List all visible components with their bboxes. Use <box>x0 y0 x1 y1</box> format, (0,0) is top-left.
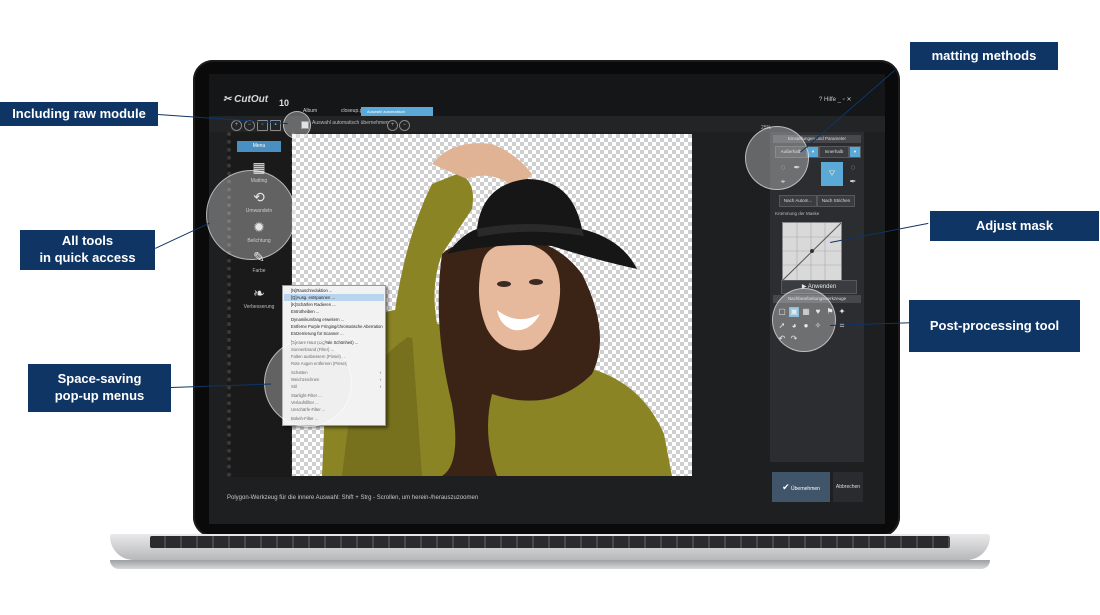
menu-item[interactable]: Entrotheiben ... <box>291 308 383 315</box>
menu-item[interactable]: Entferne Purple Fringing/chromatische Ab… <box>291 323 383 330</box>
status-bar: Polygon-Werkzeug für die innere Auswahl:… <box>227 495 479 501</box>
laptop-foot <box>110 560 990 569</box>
by-stroke-button[interactable]: Nach Strichen <box>817 195 855 207</box>
cancel-button[interactable]: Abbrechen <box>833 472 863 502</box>
frame-icon[interactable]: ⌗ <box>837 321 847 331</box>
lasso-inside-icon[interactable]: ◌ <box>847 162 859 174</box>
auto-select-label: Auswahl automatisch übernehmen <box>312 120 389 126</box>
menu-item-highlighted[interactable]: [Q]Ausg. entspannen ... <box>284 294 384 301</box>
magnifier-matting <box>745 126 809 190</box>
app-logo: ✂ CutOut <box>223 94 269 105</box>
tool-improve[interactable]: ❧ Verbesserung <box>237 284 281 310</box>
mask-curve[interactable] <box>782 222 842 281</box>
menu-button[interactable]: Menu <box>237 141 281 152</box>
app-version: 10 <box>279 98 290 108</box>
zoom-in-icon[interactable]: + <box>231 120 242 131</box>
magnifier-post <box>772 288 836 352</box>
menu-item[interactable]: [N]Rauschreduktion ... <box>291 287 383 294</box>
window-controls[interactable]: ? Hilfe _ ▫ ✕ <box>819 96 852 103</box>
menu-item[interactable]: Entzerrierung für Scanner ... <box>291 330 383 337</box>
callout-post-processing: Post-processing tool <box>909 300 1080 352</box>
accept-button[interactable]: ✔ Übernehmen <box>772 472 830 502</box>
improve-icon: ❧ <box>253 285 265 301</box>
magnifier-raw <box>283 111 311 139</box>
menu-item[interactable]: Dynamikumfang erweitern ... <box>291 316 383 323</box>
remove-icon[interactable]: − <box>399 120 410 131</box>
menu-item[interactable]: [K]Schärfen Radieren ... <box>291 301 383 308</box>
by-auto-button[interactable]: Nach Autom... <box>779 195 817 207</box>
callout-adjust-mask: Adjust mask <box>930 211 1099 241</box>
light-icon[interactable]: ✦ <box>837 307 847 317</box>
curve-label: Krümmung der Maske <box>775 211 820 216</box>
magnifier-tools <box>206 170 296 260</box>
callout-matting-methods: matting methods <box>910 42 1058 70</box>
magnifier-popup <box>264 339 352 427</box>
inside-mode-icon[interactable]: ▾ <box>849 146 861 158</box>
add-icon[interactable]: + <box>387 120 398 131</box>
callout-raw-module: Including raw module <box>0 102 158 126</box>
callout-popup-menus: Space-saving pop-up menus <box>28 364 171 412</box>
polygon-tool-active-icon[interactable]: ⛛ <box>821 162 843 186</box>
brush-inside-icon[interactable]: ✒ <box>847 176 859 188</box>
tab-active[interactable]: Auswahl automatisch übernehmen <box>361 107 433 125</box>
curve-graph <box>782 222 842 281</box>
callout-all-tools: All tools in quick access <box>20 230 155 270</box>
scissors-icon: ✂ <box>223 94 232 105</box>
laptop-keyboard <box>150 536 950 548</box>
check-icon: ✔ <box>782 482 790 492</box>
inside-button[interactable]: Innerhalb <box>819 146 849 158</box>
